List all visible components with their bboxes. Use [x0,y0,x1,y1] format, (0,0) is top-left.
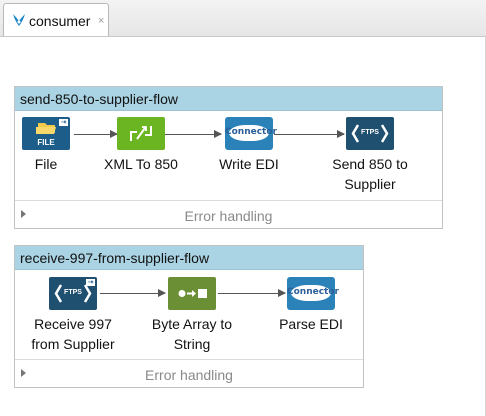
transformer-icon [117,117,165,150]
flow-send-850[interactable]: send-850-to-supplier-flow ⇥ FILE File XM… [14,86,443,229]
flow-node-byte-array[interactable]: Byte Array to String [147,277,237,354]
connector-icon-text: Connector [287,287,339,297]
flow-header[interactable]: receive-997-from-supplier-flow [15,246,363,270]
flow-node-xml-to-850[interactable]: XML To 850 [96,117,186,174]
node-label: Send 850 to Supplier [332,156,408,192]
tab-label: consumer [29,13,91,29]
flow-node-send-850[interactable]: FTPS Send 850 to Supplier [325,117,415,194]
file-connector-icon: ⇥ FILE [22,117,70,150]
connector-icon: Connector [287,277,339,310]
tab-consumer[interactable]: consumer × [3,3,109,36]
ftps-icon: ⇥ FTPS [49,277,97,310]
mule-icon [13,14,25,26]
node-label: XML To 850 [104,156,178,172]
byte-array-transformer-icon [168,277,216,310]
node-label: Parse EDI [279,316,343,332]
ftps-icon-text: FTPS [64,289,82,296]
connector-icon-text: Connector [225,127,277,137]
editor-tab-bar: consumer × [0,0,486,37]
flow-node-file[interactable]: ⇥ FILE File [1,117,91,174]
flow-receive-997[interactable]: receive-997-from-supplier-flow ⇥ FTPS Re… [14,245,364,388]
ftps-icon-text: FTPS [361,129,379,136]
flow-node-write-edi[interactable]: Connector Write EDI [204,117,294,174]
node-label: Byte Array to String [151,316,233,352]
flow-title: send-850-to-supplier-flow [20,91,178,107]
node-label: Receive 997 from Supplier [31,316,115,352]
file-icon-text: FILE [37,138,55,147]
error-handling-label: Error handling [145,367,233,383]
flow-header[interactable]: send-850-to-supplier-flow [15,87,442,111]
close-icon[interactable]: × [98,16,104,27]
flow-node-parse-edi[interactable]: Connector Parse EDI [266,277,356,334]
error-handling-section[interactable]: Error handling [15,359,363,388]
ftps-icon: FTPS [346,117,394,150]
node-label: File [34,156,58,172]
connector-icon: Connector [225,117,277,150]
error-handling-label: Error handling [184,208,273,224]
error-handling-section[interactable]: Error handling [15,200,442,229]
flow-title: receive-997-from-supplier-flow [20,250,210,266]
flow-node-receive-997[interactable]: ⇥ FTPS Receive 997 from Supplier [28,277,118,354]
node-label: Write EDI [219,156,279,172]
